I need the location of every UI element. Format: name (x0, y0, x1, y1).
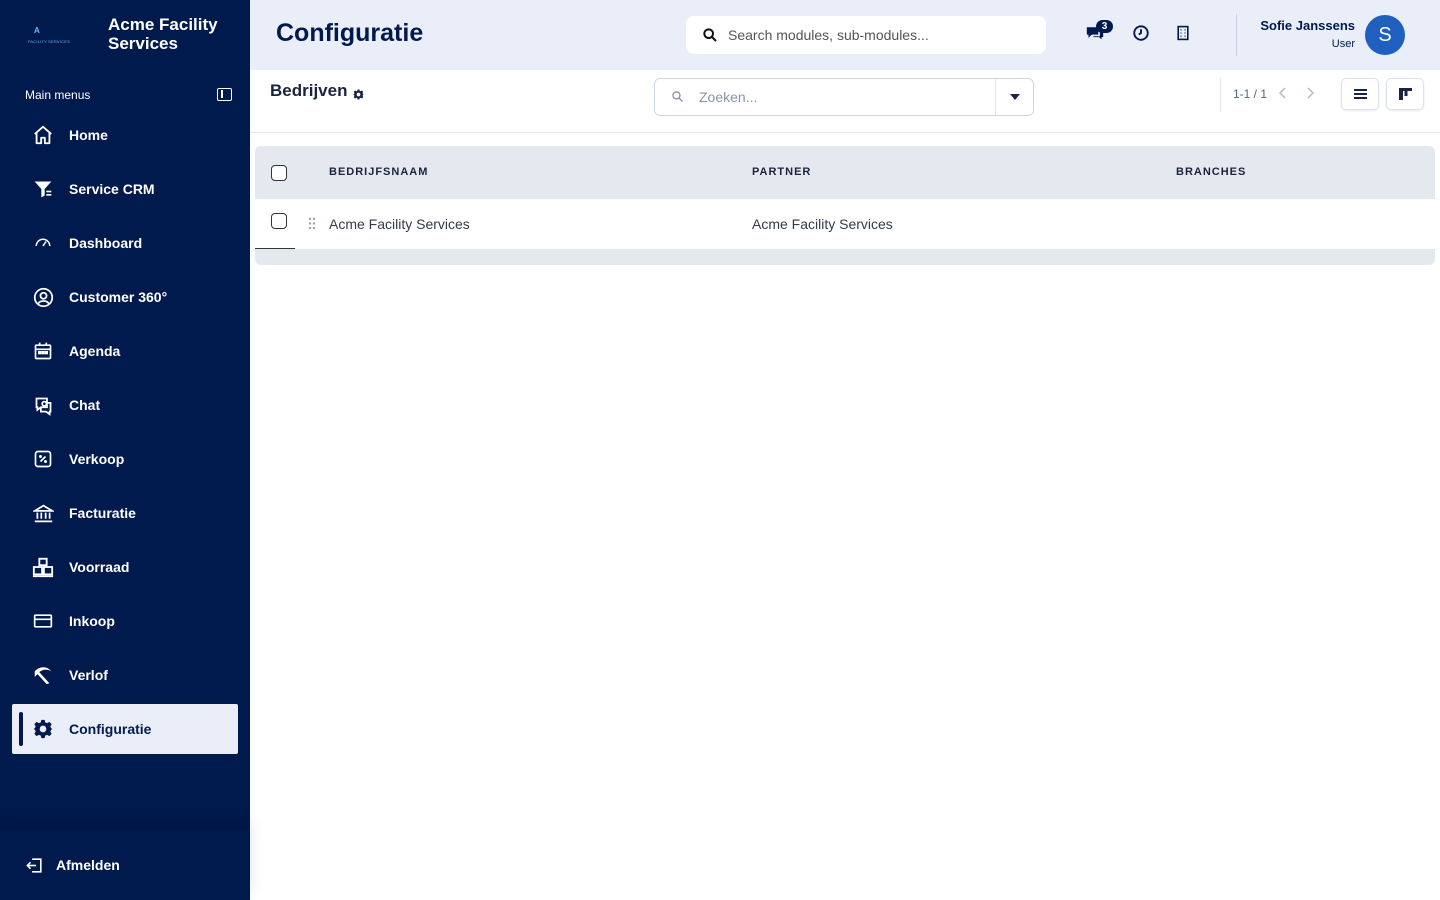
card-icon (31, 609, 55, 633)
brand: A FACILITY SERVICES Acme Facility Servic… (0, 0, 250, 70)
warehouse-icon (31, 555, 55, 579)
chevron-right-icon (1307, 87, 1315, 99)
list-view-icon (1353, 89, 1367, 99)
sidebar-item-chat[interactable]: Chat (12, 380, 238, 430)
sidebar-item-label: Chat (69, 397, 101, 413)
chat-icon (31, 393, 55, 417)
sidebar-item-voorraad[interactable]: Voorraad (12, 542, 238, 592)
sidebar-item-label: Agenda (69, 343, 121, 359)
list-view-button[interactable] (1341, 78, 1379, 110)
drag-handle-icon[interactable] (308, 217, 318, 231)
pager-value[interactable]: 1-1 / 1 (1233, 87, 1267, 101)
logout-label: Afmelden (56, 857, 120, 873)
sidebar-item-agenda[interactable]: Agenda (12, 326, 238, 376)
building-icon (1176, 25, 1190, 46)
company-button[interactable] (1172, 24, 1194, 46)
avatar[interactable]: S (1365, 15, 1405, 55)
filter-search[interactable] (654, 78, 1034, 116)
companies-table: BEDRIJFSNAAM PARTNER BRANCHES Acme Facil… (255, 146, 1435, 265)
sidebar-item-label: Verkoop (69, 451, 125, 467)
sidebar-item-label: Configuratie (69, 721, 152, 737)
table-header: BEDRIJFSNAAM PARTNER BRANCHES (255, 146, 1435, 199)
bank-icon (31, 501, 55, 525)
select-all-checkbox[interactable] (271, 165, 287, 181)
sidebar-item-label: Dashboard (69, 235, 143, 251)
sidebar-item-verkoop[interactable]: Verkoop (12, 434, 238, 484)
column-header-partner[interactable]: PARTNER (752, 166, 811, 178)
sidebar-item-label: Voorraad (69, 559, 130, 575)
kanban-view-icon (1398, 88, 1412, 100)
clock-icon (1132, 24, 1150, 47)
history-button[interactable] (1130, 24, 1152, 46)
brand-name: Acme Facility Services (108, 15, 218, 53)
next-page-button[interactable] (1301, 82, 1321, 104)
cell-partner[interactable]: Acme Facility Services (752, 216, 893, 232)
sidebar-item-facturatie[interactable]: Facturatie (12, 488, 238, 538)
sidebar-item-label: Service CRM (69, 181, 155, 197)
gear-icon (31, 717, 55, 741)
topbar: Configuratie 3 Sofie Janssens User S (250, 0, 1440, 70)
gauge-icon (31, 231, 55, 255)
global-search[interactable] (686, 16, 1046, 54)
sidebar-item-label: Customer 360° (69, 289, 168, 305)
sidebar-item-label: Facturatie (69, 505, 136, 521)
logo-subtext: FACILITY SERVICES (28, 39, 70, 44)
list-settings-gear-icon[interactable] (353, 85, 365, 100)
table-row[interactable]: Acme Facility Services Acme Facility Ser… (255, 199, 1435, 249)
search-icon (671, 90, 685, 104)
search-icon (702, 27, 718, 43)
logo-letter: A (34, 26, 40, 35)
calendar-icon (31, 339, 55, 363)
sidebar: A FACILITY SERVICES Acme Facility Servic… (0, 0, 250, 900)
kanban-view-button[interactable] (1386, 78, 1424, 110)
caret-down-icon (1009, 94, 1020, 100)
sidebar-item-customer-360[interactable]: Customer 360° (12, 272, 238, 322)
sidebar-item-verlof[interactable]: Verlof (12, 650, 238, 700)
leave-icon (31, 663, 55, 687)
header-divider (1236, 14, 1237, 56)
global-search-input[interactable] (728, 27, 1028, 43)
sidebar-item-service-crm[interactable]: Service CRM (12, 164, 238, 214)
sidebar-item-dashboard[interactable]: Dashboard (12, 218, 238, 268)
sidebar-collapse-icon[interactable] (217, 88, 232, 101)
home-icon (31, 123, 55, 147)
list-title: Bedrijven (270, 81, 348, 100)
sidebar-item-label: Home (69, 127, 108, 143)
sidebar-item-inkoop[interactable]: Inkoop (12, 596, 238, 646)
cell-bedrijfsnaam[interactable]: Acme Facility Services (329, 216, 470, 232)
row-checkbox[interactable] (271, 213, 287, 229)
page-title: Configuratie (276, 19, 424, 47)
sidebar-item-configuratie[interactable]: Configuratie (12, 704, 238, 754)
toolbar-divider (1220, 78, 1221, 112)
messages-badge: 3 (1096, 20, 1113, 33)
messages-button[interactable]: 3 (1084, 20, 1113, 46)
sidebar-item-label: Verlof (69, 667, 108, 683)
brand-logo: A FACILITY SERVICES (28, 24, 72, 48)
column-header-branches[interactable]: BRANCHES (1176, 166, 1246, 178)
chevron-left-icon (1278, 87, 1286, 99)
sidebar-item-label: Inkoop (69, 613, 115, 629)
filter-search-input[interactable] (699, 89, 979, 105)
previous-page-button[interactable] (1272, 82, 1292, 104)
percent-icon (31, 447, 55, 471)
filter-dropdown-toggle[interactable] (995, 79, 1033, 115)
filter-icon (31, 177, 55, 201)
logout-icon (24, 855, 44, 875)
menu-section-title: Main menus (25, 88, 91, 102)
sidebar-item-home[interactable]: Home (12, 110, 238, 160)
user-circle-icon (31, 285, 55, 309)
list-toolbar: Bedrijven 1-1 / 1 (250, 70, 1440, 133)
user-name: Sofie Janssens (1260, 18, 1355, 33)
user-role: User (1331, 38, 1355, 50)
logout-button[interactable]: Afmelden (0, 830, 250, 900)
list-title-row: Bedrijven (270, 81, 365, 101)
column-header-bedrijfsnaam[interactable]: BEDRIJFSNAAM (329, 166, 428, 178)
menu-title-row: Main menus (25, 86, 235, 104)
row-focus-underline (255, 248, 295, 249)
